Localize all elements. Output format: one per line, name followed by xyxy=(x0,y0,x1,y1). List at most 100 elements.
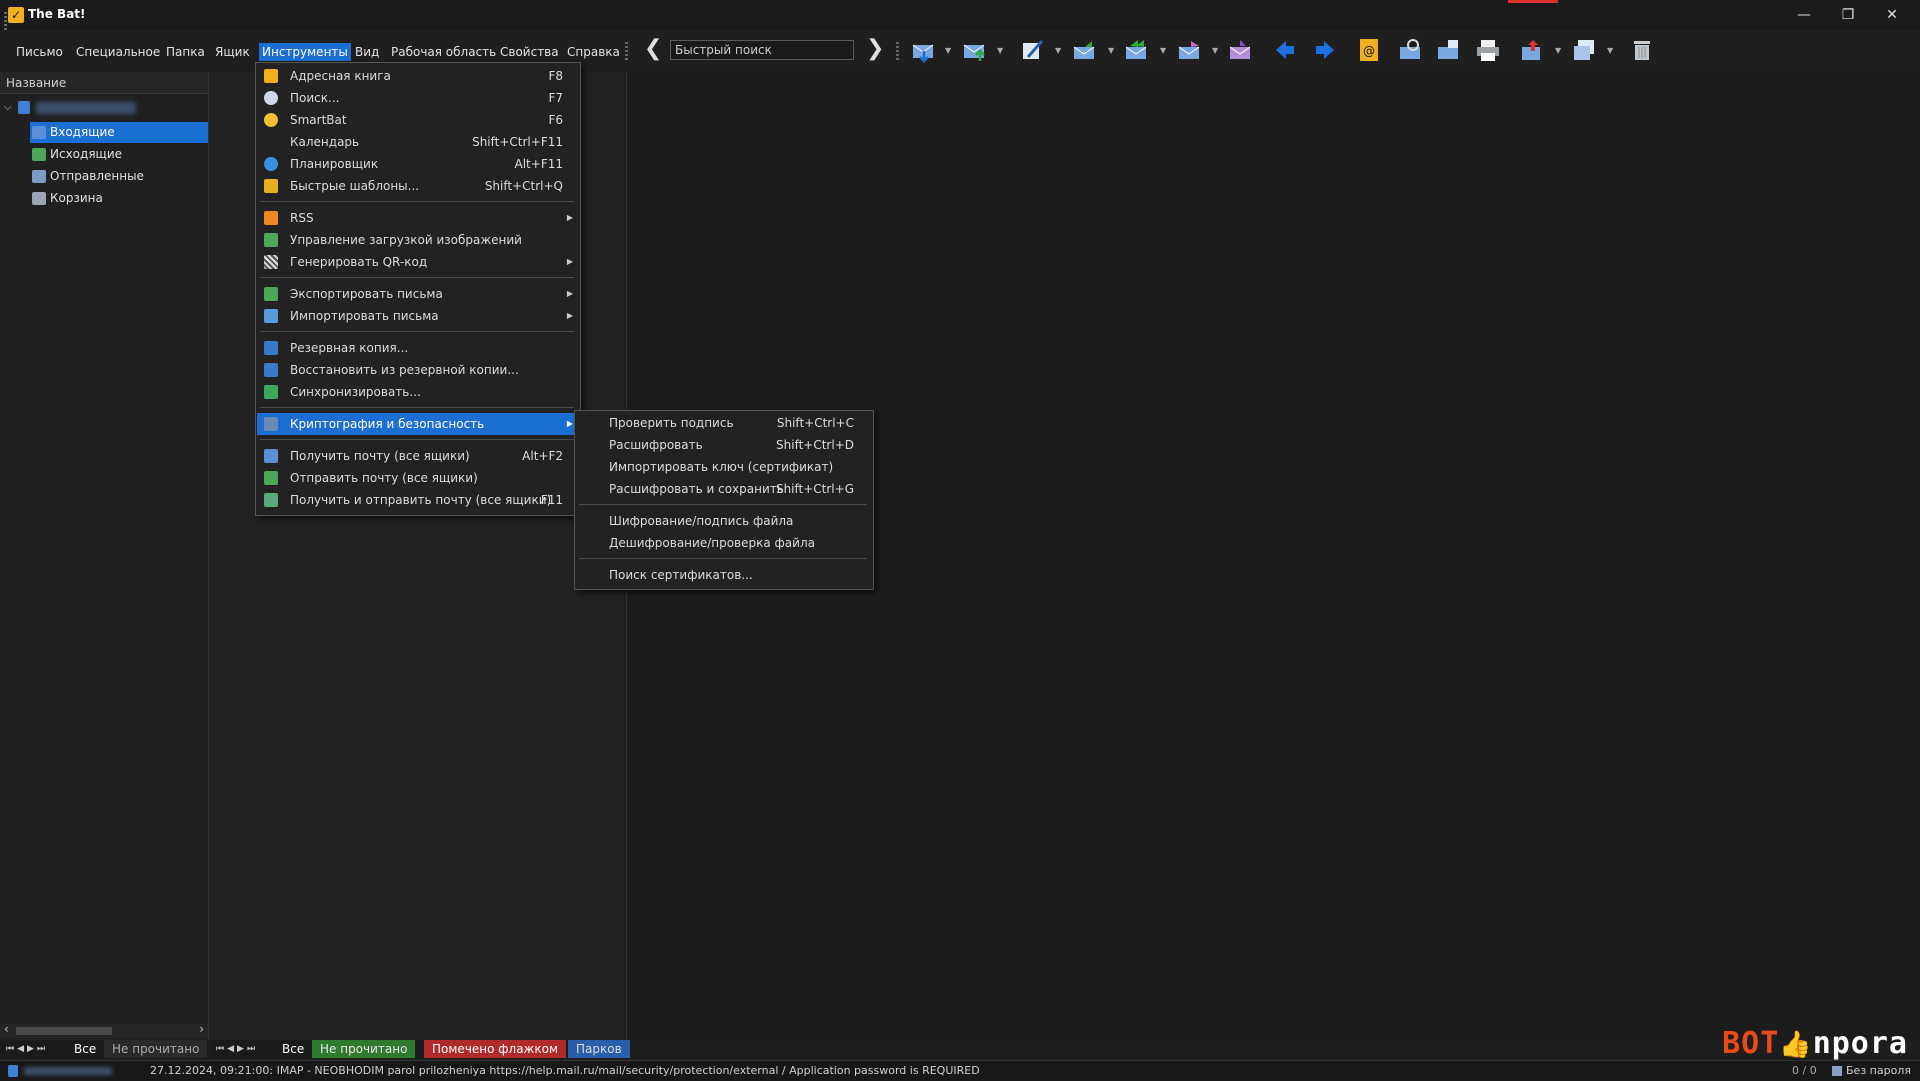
submenu-find-certificates[interactable]: Поиск сертификатов... xyxy=(576,564,872,586)
submenu-decrypt[interactable]: Расшифровать Shift+Ctrl+D xyxy=(576,434,872,456)
reply-icon[interactable] xyxy=(1072,37,1098,63)
print-icon[interactable] xyxy=(1475,37,1501,63)
menu-separator xyxy=(260,331,574,332)
nav-buttons-icon[interactable]: ⏮◀▶⏭ xyxy=(216,1040,258,1058)
menu-get-all[interactable]: Получить почту (все ящики) Alt+F2 xyxy=(257,445,579,467)
outbox-icon[interactable] xyxy=(1436,37,1462,63)
menu-view[interactable]: Вид xyxy=(352,43,382,61)
folder-panel xyxy=(0,72,209,1040)
backup-icon xyxy=(264,341,278,355)
menu-qr-code[interactable]: Генерировать QR-код ▶ xyxy=(257,251,579,273)
accent-strip xyxy=(1508,0,1558,3)
submenu-import-key[interactable]: Импортировать ключ (сертификат) xyxy=(576,456,872,478)
menu-send-all[interactable]: Отправить почту (все ящики) xyxy=(257,467,579,489)
menu-restore[interactable]: Восстановить из резервной копии... xyxy=(257,359,579,381)
account-name-blurred[interactable] xyxy=(36,102,136,114)
account-icon xyxy=(18,101,30,114)
scroll-thumb[interactable] xyxy=(16,1027,112,1035)
sent-icon xyxy=(32,170,46,183)
redirect-icon[interactable] xyxy=(1228,37,1254,63)
menu-mailbox[interactable]: Ящик xyxy=(212,43,253,61)
nav-buttons-icon[interactable]: ⏮◀▶⏭ xyxy=(6,1040,48,1058)
toolbar-grip[interactable] xyxy=(4,12,7,32)
address-book-icon[interactable]: @ xyxy=(1356,37,1382,63)
menu-get-send-all[interactable]: Получить и отправить почту (все ящики) F1… xyxy=(257,489,579,511)
submenu-decrypt-file[interactable]: Дешифрование/проверка файла xyxy=(576,532,872,554)
menu-scheduler[interactable]: Планировщик Alt+F11 xyxy=(257,153,579,175)
search-next-arrow[interactable]: ❯ xyxy=(866,38,884,60)
menu-separator xyxy=(260,407,574,408)
filter-tab-parked[interactable]: Парков xyxy=(568,1040,630,1058)
menu-properties[interactable]: Свойства xyxy=(497,43,562,61)
reply-all-icon[interactable] xyxy=(1124,37,1150,63)
check-mail-icon[interactable] xyxy=(1398,37,1424,63)
back-icon[interactable] xyxy=(1272,37,1298,63)
chevron-down-icon[interactable]: ⌵ xyxy=(4,102,12,113)
menu-rss[interactable]: RSS ▶ xyxy=(257,207,579,229)
chevron-down-icon[interactable]: ▼ xyxy=(1160,46,1166,55)
minimize-button[interactable]: — xyxy=(1782,0,1826,30)
scroll-left-icon[interactable]: ‹ xyxy=(4,1022,9,1036)
menu-crypto-security[interactable]: Криптография и безопасность ▶ xyxy=(257,413,579,435)
filter-tab-unread[interactable]: Не прочитано xyxy=(104,1040,208,1058)
menu-quick-templates[interactable]: Быстрые шаблоны... Shift+Ctrl+Q xyxy=(257,175,579,197)
password-status[interactable]: Без пароля xyxy=(1846,1061,1911,1081)
menu-sync[interactable]: Синхронизировать... xyxy=(257,381,579,403)
menu-address-book[interactable]: Адресная книга F8 xyxy=(257,65,579,87)
menu-separator xyxy=(260,201,574,202)
menu-calendar[interactable]: Календарь Shift+Ctrl+F11 xyxy=(257,131,579,153)
menu-workspace[interactable]: Рабочая область xyxy=(388,43,499,61)
menu-help[interactable]: Справка xyxy=(564,43,623,61)
filter-tab-flagged[interactable]: Помечено флажком xyxy=(424,1040,567,1058)
menu-smartbat[interactable]: SmartBat F6 xyxy=(257,109,579,131)
submenu-verify-signature[interactable]: Проверить подпись Shift+Ctrl+C xyxy=(576,412,872,434)
menu-folder[interactable]: Папка xyxy=(163,43,208,61)
menu-import[interactable]: Импортировать письма ▶ xyxy=(257,305,579,327)
menu-tools[interactable]: Инструменты xyxy=(259,43,351,61)
crypto-icon xyxy=(264,417,278,431)
menu-letter[interactable]: Письмо xyxy=(13,43,66,61)
chevron-down-icon[interactable]: ▼ xyxy=(1055,46,1061,55)
menu-export[interactable]: Экспортировать письма ▶ xyxy=(257,283,579,305)
chevron-down-icon[interactable]: ▼ xyxy=(1212,46,1218,55)
folder-column-header[interactable]: Название xyxy=(0,72,208,94)
get-mail-icon[interactable] xyxy=(911,37,937,63)
chevron-down-icon[interactable]: ▼ xyxy=(1555,46,1561,55)
message-filter-bar: ⏮◀▶⏭ Все Не прочитано Помечено флажком П… xyxy=(212,1040,630,1058)
toolbar-grip[interactable] xyxy=(625,42,628,62)
menu-image-download[interactable]: Управление загрузкой изображений xyxy=(257,229,579,251)
send-mail-icon[interactable] xyxy=(962,37,988,63)
chevron-down-icon[interactable]: ▼ xyxy=(1108,46,1114,55)
filter-tab-all[interactable]: Все xyxy=(66,1040,104,1058)
close-button[interactable]: ✕ xyxy=(1870,0,1914,30)
menu-special[interactable]: Специальное xyxy=(73,43,163,61)
filter-tab-all[interactable]: Все xyxy=(274,1040,312,1058)
menu-backup[interactable]: Резервная копия... xyxy=(257,337,579,359)
submenu-decrypt-save[interactable]: Расшифровать и сохранить Shift+Ctrl+G xyxy=(576,478,872,500)
submenu-encrypt-file[interactable]: Шифрование/подпись файла xyxy=(576,510,872,532)
folder-filter-bar: ⏮◀▶⏭ Все Не прочитано xyxy=(0,1040,208,1058)
delete-icon[interactable] xyxy=(1629,37,1655,63)
filter-tab-unread[interactable]: Не прочитано xyxy=(312,1040,416,1058)
folder-outbox[interactable]: Исходящие xyxy=(30,144,208,165)
submenu-arrow-icon: ▶ xyxy=(566,289,573,298)
toolbar-grip[interactable] xyxy=(896,42,899,62)
search-prev-arrow[interactable]: ❮ xyxy=(644,38,662,60)
chevron-down-icon[interactable]: ▼ xyxy=(945,46,951,55)
submenu-arrow-icon: ▶ xyxy=(566,311,573,320)
quick-search-input[interactable]: Быстрый поиск xyxy=(670,40,854,60)
maximize-button[interactable]: ❐ xyxy=(1826,0,1870,30)
chevron-down-icon[interactable]: ▼ xyxy=(997,46,1003,55)
copy-icon[interactable] xyxy=(1572,37,1598,63)
chevron-down-icon[interactable]: ▼ xyxy=(1607,46,1613,55)
folder-inbox[interactable]: Входящие xyxy=(30,122,208,143)
scroll-right-icon[interactable]: › xyxy=(199,1022,204,1036)
folder-trash[interactable]: Корзина xyxy=(30,188,208,209)
folder-horizontal-scrollbar[interactable]: ‹ › xyxy=(0,1022,208,1038)
new-message-icon[interactable] xyxy=(1020,37,1046,63)
folder-sent[interactable]: Отправленные xyxy=(30,166,208,187)
menu-search[interactable]: Поиск... F7 xyxy=(257,87,579,109)
forward-icon[interactable] xyxy=(1177,37,1203,63)
move-icon[interactable] xyxy=(1520,37,1546,63)
forward-arrow-icon[interactable] xyxy=(1312,37,1338,63)
